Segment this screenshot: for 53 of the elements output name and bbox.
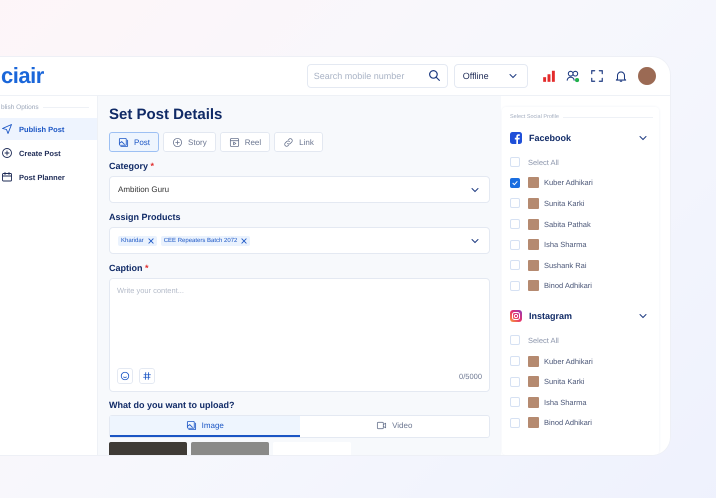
profile-avatar (528, 356, 539, 367)
required-mark: * (145, 263, 149, 273)
required-mark: * (150, 161, 154, 171)
fullscreen-icon[interactable] (590, 69, 604, 83)
link-icon (283, 136, 294, 148)
profile-avatar (528, 198, 539, 209)
app-logo: ciair (1, 63, 44, 89)
users-online-icon[interactable] (566, 69, 580, 83)
post-type-tab[interactable]: Link (274, 132, 323, 152)
hashtag-icon (142, 371, 152, 381)
field-label: Assign Products (109, 212, 182, 222)
field-label: Category * (109, 161, 156, 171)
plus-circle-icon (1, 147, 13, 159)
post-type-tab[interactable]: Story (163, 132, 216, 152)
smiley-icon (120, 371, 130, 381)
profile-avatar (528, 218, 539, 230)
profile-avatar (528, 280, 539, 292)
image-icon (186, 420, 197, 431)
user-avatar[interactable] (638, 67, 656, 85)
close-icon[interactable] (241, 238, 248, 244)
facebook-logo-icon (510, 132, 522, 144)
image-icon (118, 136, 129, 148)
send-icon (1, 123, 13, 135)
field-label: Caption * (109, 263, 150, 273)
profile-avatar (528, 239, 539, 250)
status-select[interactable]: Offline (454, 64, 528, 88)
network-name: Instagram (529, 311, 574, 322)
upload-tab[interactable]: Video (300, 416, 489, 437)
profile-avatar (528, 417, 539, 428)
post-type-tab[interactable]: Reel (220, 132, 270, 152)
post-type-tab[interactable]: Post (109, 132, 160, 152)
page-title: Set Post Details (109, 106, 224, 123)
profile-avatar (528, 260, 539, 271)
hashtag-button[interactable] (139, 368, 155, 384)
profile-avatar (528, 177, 539, 188)
search-icon (428, 69, 441, 82)
network-name: Facebook (529, 133, 572, 143)
section-label: What do you want to upload? (109, 400, 236, 410)
profile-avatar (528, 396, 539, 408)
search-field[interactable]: Search mobile number (306, 64, 448, 88)
close-icon[interactable] (148, 238, 154, 244)
profile-avatar (528, 376, 539, 388)
video-icon (376, 420, 388, 431)
emoji-button[interactable] (117, 368, 133, 384)
calendar-icon (1, 171, 13, 183)
checkbox[interactable] (510, 178, 520, 188)
instagram-logo-icon (510, 310, 522, 322)
play-frame-icon (228, 136, 240, 148)
plus-circle-icon (172, 136, 184, 148)
upload-tab[interactable]: Image (110, 416, 300, 437)
category-select[interactable]: Ambition Guru (109, 176, 490, 203)
signal-bars-icon[interactable] (542, 69, 556, 83)
bell-icon[interactable] (614, 69, 628, 83)
